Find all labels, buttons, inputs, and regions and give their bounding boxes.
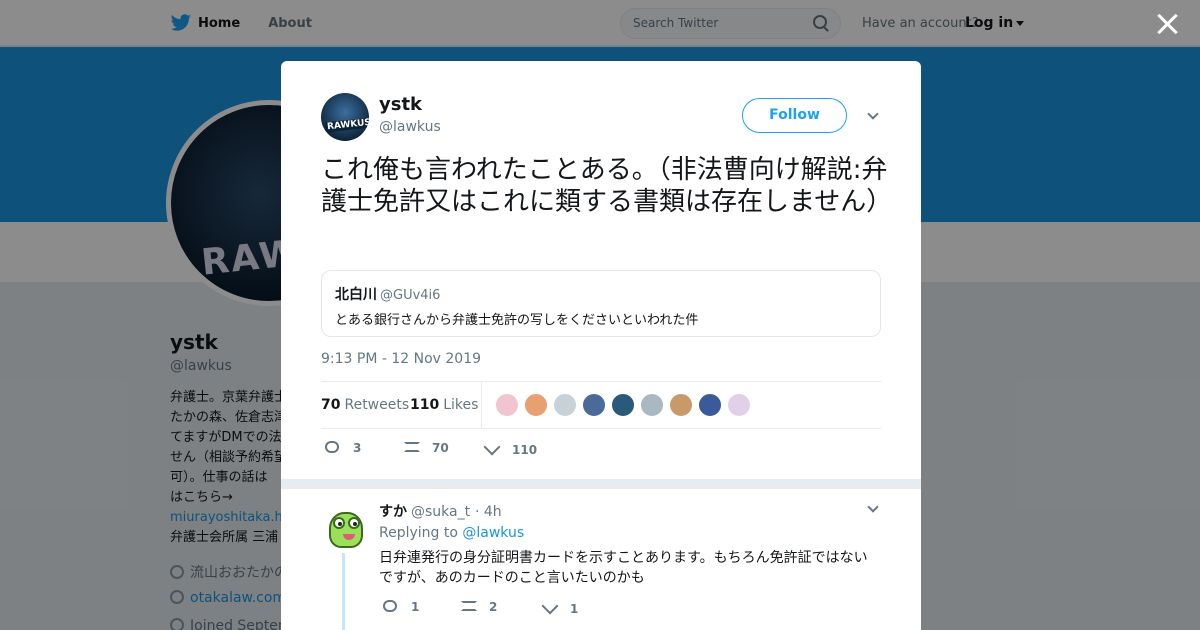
- tweet-modal: RAWKUS ystk @lawkus Follow これ俺も言われたことある。…: [281, 61, 921, 630]
- quote-text: とある銀行さんから弁護士免許の写しをくださいといわれた件: [335, 313, 699, 328]
- retweet-count: 70: [432, 441, 449, 455]
- reply-time[interactable]: · 4h: [475, 504, 502, 520]
- reply-icon: [383, 600, 397, 612]
- retweet-icon: [404, 442, 420, 452]
- liker-avatar[interactable]: [582, 393, 606, 417]
- tweet-stats: 70 Retweets 110 Likes: [321, 381, 881, 429]
- reply-like-count: 1: [570, 602, 579, 616]
- like-button[interactable]: 110: [483, 438, 538, 457]
- replying-to: Replying to @lawkus: [379, 525, 524, 541]
- reply-author-handle: @suka_t: [411, 504, 471, 520]
- likes-stat[interactable]: 110 Likes: [410, 397, 478, 413]
- quoted-tweet[interactable]: 北白川 @GUv4i6 とある銀行さんから弁護士免許の写しをくださいといわれた件: [321, 270, 881, 337]
- heart-icon: [541, 597, 559, 615]
- retweet-icon: [461, 601, 477, 611]
- quote-author-handle: @GUv4i6: [380, 288, 441, 303]
- reply-icon: [325, 441, 339, 453]
- heart-icon: [483, 438, 501, 456]
- quote-author-name: 北白川: [335, 287, 377, 303]
- tweet-text: これ俺も言われたことある。（非法曹向け解説:弁護士免許又はこれに類する書類は存在…: [321, 155, 893, 217]
- retweets-count: 70: [321, 397, 341, 413]
- reply-retweet-count: 2: [489, 600, 498, 614]
- reply-count: 3: [353, 441, 362, 455]
- liker-avatar[interactable]: [669, 393, 693, 417]
- reply-author[interactable]: すか @suka_t · 4h: [379, 501, 502, 521]
- tweet-timestamp[interactable]: 9:13 PM - 12 Nov 2019: [321, 351, 481, 367]
- reply-reply-count: 1: [411, 600, 420, 614]
- stats-divider: [481, 382, 482, 428]
- replying-to-link[interactable]: @lawkus: [462, 525, 524, 541]
- reply-text: 日弁連発行の身分証明書カードを示すことあります。もちろん免許証ではないですが、あ…: [379, 550, 868, 586]
- follow-button[interactable]: Follow: [742, 98, 847, 133]
- liker-avatar[interactable]: [553, 393, 577, 417]
- liker-avatar[interactable]: [611, 393, 635, 417]
- tweet-author-name[interactable]: ystk: [379, 94, 422, 115]
- reply-reply-button[interactable]: 1: [383, 600, 419, 614]
- chevron-down-icon[interactable]: [867, 108, 879, 120]
- frog-avatar-image: [329, 512, 363, 548]
- liker-avatar[interactable]: [640, 393, 664, 417]
- like-count: 110: [512, 443, 538, 457]
- retweets-label: Retweets: [344, 397, 410, 413]
- liker-avatar[interactable]: [524, 393, 548, 417]
- reply-like-button[interactable]: 1: [541, 597, 579, 616]
- liker-avatar[interactable]: [495, 393, 519, 417]
- retweet-button[interactable]: 70: [404, 441, 449, 455]
- reply-retweet-button[interactable]: 2: [461, 600, 497, 614]
- reply-author-name: すか: [379, 504, 407, 520]
- likes-label: Likes: [443, 397, 479, 413]
- thread-line: [342, 553, 345, 630]
- section-divider: [281, 479, 921, 489]
- reply-button[interactable]: 3: [325, 441, 361, 455]
- liker-avatar[interactable]: [698, 393, 722, 417]
- retweets-stat[interactable]: 70 Retweets: [321, 397, 409, 413]
- chevron-down-icon[interactable]: [867, 501, 879, 513]
- tweet-author-avatar[interactable]: RAWKUS: [321, 93, 369, 141]
- likes-count: 110: [410, 397, 440, 413]
- reply-author-avatar[interactable]: [321, 502, 369, 550]
- tweet-author-handle[interactable]: @lawkus: [379, 119, 441, 135]
- liker-avatar[interactable]: [727, 393, 751, 417]
- close-icon[interactable]: [1156, 13, 1178, 35]
- avatar-logo-text: RAWKUS: [324, 117, 369, 133]
- replying-to-prefix: Replying to: [379, 525, 458, 541]
